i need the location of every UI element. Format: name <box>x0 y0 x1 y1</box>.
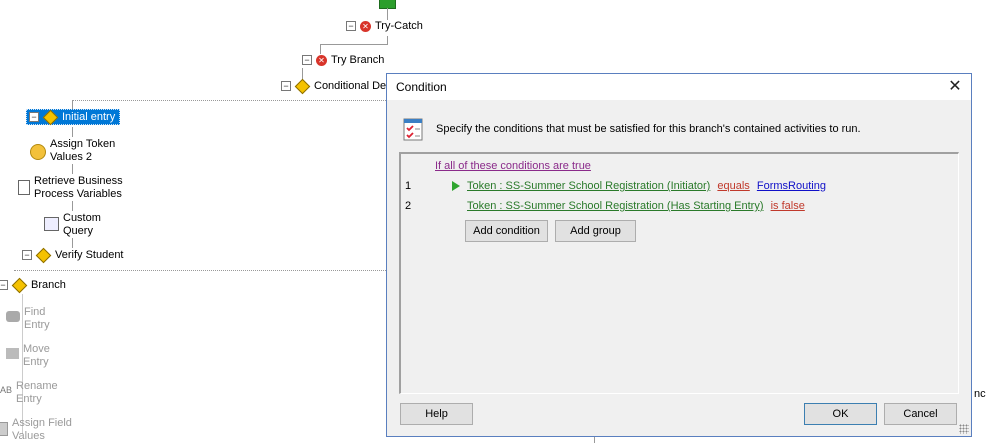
conditional-decision-node[interactable]: − Conditional Dec <box>281 78 392 94</box>
try-branch-label: Try Branch <box>331 54 385 66</box>
collapse-icon[interactable]: − <box>22 250 32 260</box>
assign-token-label-1: Assign Token <box>50 138 116 150</box>
find-label-2: Entry <box>24 319 50 331</box>
condition-row: 2 Token : SS-Summer School Registration … <box>405 200 945 216</box>
assign-field-label-2: Values <box>12 430 45 442</box>
error-icon: ✕ <box>360 20 371 32</box>
collapse-icon[interactable]: − <box>0 280 8 290</box>
checklist-icon <box>400 116 426 142</box>
condition-dialog: Condition ✕ Specify the conditions that … <box>386 73 972 437</box>
condition-field-link[interactable]: Token : SS-Summer School Registration (H… <box>467 200 764 212</box>
retrieve-label-1: Retrieve Business <box>34 175 123 187</box>
decision-icon <box>35 247 52 263</box>
row-number: 1 <box>405 180 412 192</box>
try-branch-node[interactable]: − ✕ Try Branch <box>302 54 384 66</box>
custom-query-node[interactable]: Custom Query <box>44 212 101 238</box>
branch-label: Branch <box>31 279 66 291</box>
retrieve-label-2: Process Variables <box>34 188 122 200</box>
try-catch-node[interactable]: − ✕ Try-Catch <box>346 20 423 32</box>
condition-operator-link[interactable]: equals <box>717 180 749 192</box>
dialog-title: Condition <box>396 80 447 94</box>
collapse-icon[interactable]: − <box>29 112 39 122</box>
try-catch-label: Try-Catch <box>375 20 423 32</box>
collapse-icon[interactable]: − <box>346 21 356 31</box>
verify-student-label: Verify Student <box>55 249 124 261</box>
add-group-button[interactable]: Add group <box>555 220 636 242</box>
verify-student-node[interactable]: − Verify Student <box>22 247 124 263</box>
condition-value-link[interactable]: FormsRouting <box>757 180 826 192</box>
play-icon <box>452 181 460 191</box>
condition-group-header[interactable]: If all of these conditions are true <box>435 160 591 172</box>
conditions-panel: If all of these conditions are true 1 To… <box>399 152 959 394</box>
initial-entry-label: Initial entry <box>62 111 116 123</box>
help-button[interactable]: Help <box>400 403 473 425</box>
conditional-label: Conditional Dec <box>314 80 392 92</box>
field-icon <box>0 422 8 436</box>
error-icon: ✕ <box>316 54 327 66</box>
document-icon <box>18 180 30 195</box>
token-icon <box>30 144 46 160</box>
rename-label-2: Entry <box>16 393 42 405</box>
dialog-description: Specify the conditions that must be sati… <box>436 123 861 135</box>
assign-field-node[interactable]: Assign Field Values <box>0 417 72 443</box>
rename-entry-node[interactable]: AB Rename Entry <box>0 380 58 406</box>
branch-label-partial: nch <box>974 388 986 400</box>
cancel-button[interactable]: Cancel <box>884 403 957 425</box>
resize-grip[interactable] <box>959 424 969 434</box>
binoculars-icon <box>6 311 20 322</box>
rename-label-1: Rename <box>16 380 58 392</box>
collapse-icon[interactable]: − <box>302 55 312 65</box>
row-number: 2 <box>405 200 412 212</box>
custom-label-2: Query <box>63 225 93 237</box>
custom-label-1: Custom <box>63 212 101 224</box>
query-icon <box>44 217 59 231</box>
assign-token-node[interactable]: Assign Token Values 2 <box>30 138 115 164</box>
move-icon <box>6 348 19 359</box>
ok-button[interactable]: OK <box>804 403 877 425</box>
rename-icon: AB <box>0 385 13 395</box>
condition-row: 1 Token : SS-Summer School Registration … <box>405 180 945 196</box>
retrieve-variables-node[interactable]: Retrieve Business Process Variables <box>18 175 123 201</box>
move-label-1: Move <box>23 343 50 355</box>
condition-operator-link[interactable]: is false <box>771 200 805 212</box>
assign-token-label-2: Values 2 <box>50 151 92 163</box>
decision-icon <box>11 277 28 293</box>
decision-icon <box>294 78 311 94</box>
dialog-titlebar[interactable]: Condition <box>387 74 971 100</box>
find-label-1: Find <box>24 306 46 318</box>
move-entry-node[interactable]: Move Entry <box>6 343 50 369</box>
branch-node[interactable]: − Branch <box>0 277 66 293</box>
decision-icon <box>42 109 59 125</box>
find-entry-node[interactable]: Find Entry <box>6 306 50 332</box>
add-condition-button[interactable]: Add condition <box>465 220 548 242</box>
condition-field-link[interactable]: Token : SS-Summer School Registration (I… <box>467 180 710 192</box>
initial-entry-node[interactable]: − Initial entry <box>26 109 121 125</box>
description-row: Specify the conditions that must be sati… <box>400 116 861 142</box>
assign-field-label-1: Assign Field <box>12 417 72 429</box>
close-icon[interactable]: ✕ <box>945 77 965 97</box>
collapse-icon[interactable]: − <box>281 81 291 91</box>
move-label-2: Entry <box>23 356 49 368</box>
